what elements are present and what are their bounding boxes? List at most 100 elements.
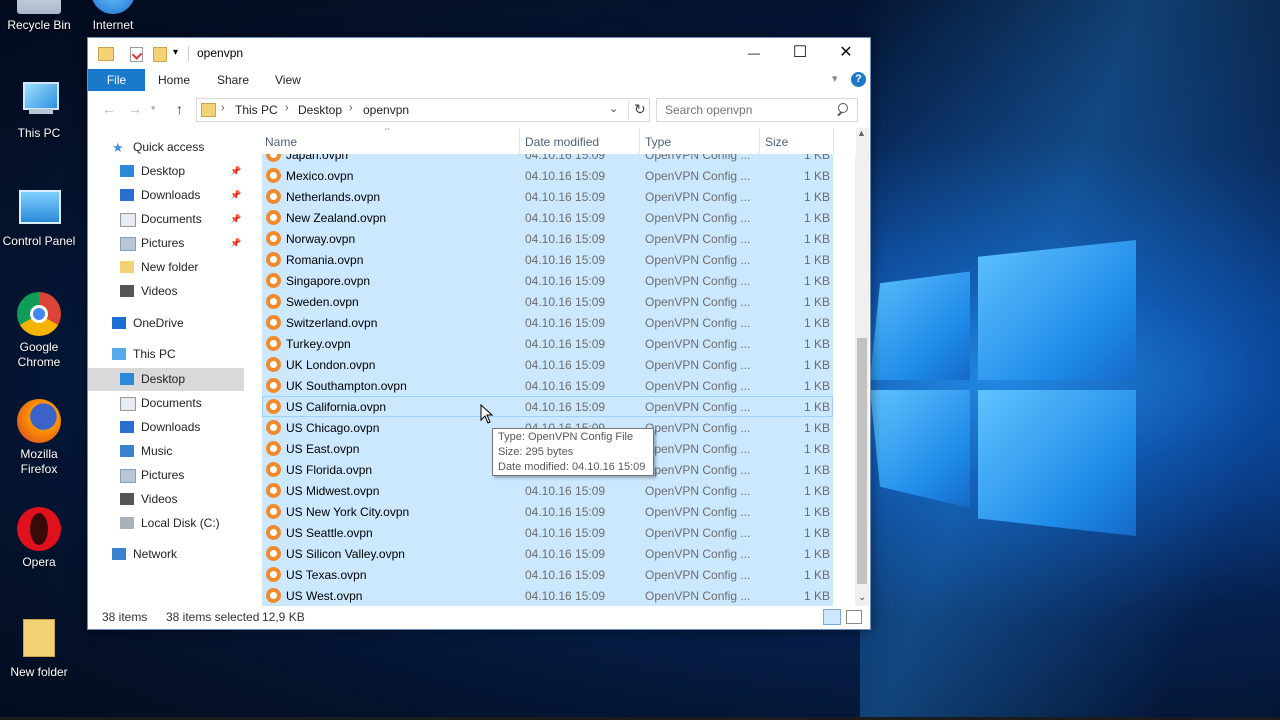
scroll-down-icon[interactable]: ⌄ xyxy=(858,592,866,603)
table-row[interactable]: Singapore.ovpn 04.10.16 15:09 OpenVPN Conf… xyxy=(262,270,833,291)
new-folder-icon[interactable] xyxy=(153,47,167,62)
sidebar-item-documents[interactable]: Documents xyxy=(88,392,244,415)
title-bar[interactable]: ▾ openvpn — ☐ ✕ xyxy=(88,38,870,69)
close-button[interactable]: ✕ xyxy=(823,38,869,68)
cell-date: 04.10.16 15:09 xyxy=(525,274,606,288)
sidebar-item-downloads[interactable]: Downloads xyxy=(88,416,244,439)
cell-date: 04.10.16 15:09 xyxy=(525,505,606,519)
table-row[interactable]: US California.ovpn 04.10.16 15:09 OpenVPN … xyxy=(262,396,833,417)
tab-share[interactable]: Share xyxy=(217,69,249,91)
search-input[interactable] xyxy=(663,101,837,119)
properties-icon[interactable] xyxy=(130,47,143,62)
back-arrow-icon[interactable]: ← xyxy=(102,101,116,117)
cell-type: OpenVPN Config ... xyxy=(645,169,751,183)
table-row[interactable]: UK Southampton.ovpn 04.10.16 15:09 OpenVPN… xyxy=(262,375,833,396)
breadcrumb-openvpn[interactable]: openvpn xyxy=(363,103,409,117)
sidebar-item-new-folder[interactable]: New folder xyxy=(88,256,244,279)
table-row[interactable]: US Seattle.ovpn 04.10.16 15:09 OpenVPN Con… xyxy=(262,522,833,543)
recent-locations-icon[interactable]: ▾ xyxy=(151,103,156,114)
tab-home[interactable]: Home xyxy=(158,69,190,91)
desktop-icon-control-panel[interactable]: Control Panel xyxy=(1,186,77,249)
table-row[interactable]: Turkey.ovpn 04.10.16 15:09 OpenVPN Config … xyxy=(262,333,833,354)
column-separator[interactable] xyxy=(519,128,520,154)
tab-view[interactable]: View xyxy=(275,69,301,91)
pin-icon[interactable]: 📌 xyxy=(230,208,241,231)
up-arrow-icon[interactable]: ↑ xyxy=(176,101,183,117)
column-separator[interactable] xyxy=(833,128,834,154)
breadcrumb-chevron-icon[interactable]: › xyxy=(221,102,225,114)
sidebar-item-videos[interactable]: Videos xyxy=(88,280,244,303)
sidebar-item-quick-access[interactable]: ★ Quick access xyxy=(88,136,244,159)
column-type[interactable]: Type xyxy=(645,135,671,149)
minimize-button[interactable]: — xyxy=(731,38,777,68)
sidebar-item-music[interactable]: Music xyxy=(88,440,244,463)
tab-file[interactable]: File xyxy=(88,69,145,91)
sidebar-item-onedrive[interactable]: OneDrive xyxy=(88,312,244,335)
details-view-icon[interactable] xyxy=(823,609,841,625)
sidebar-item-this-pc[interactable]: This PC xyxy=(88,343,244,366)
breadcrumb-chevron-icon[interactable]: › xyxy=(349,102,353,114)
cell-size: 1 KB xyxy=(803,505,830,519)
table-row[interactable]: US New York City.ovpn 04.10.16 15:09 OpenV… xyxy=(262,501,833,522)
table-row[interactable]: Netherlands.ovpn 04.10.16 15:09 OpenVPN Co… xyxy=(262,186,833,207)
table-row[interactable]: UK London.ovpn 04.10.16 15:09 OpenVPN Conf… xyxy=(262,354,833,375)
cell-type: OpenVPN Config ... xyxy=(645,526,751,540)
table-row[interactable]: US Midwest.ovpn 04.10.16 15:09 OpenVPN Con… xyxy=(262,480,833,501)
maximize-button[interactable]: ☐ xyxy=(777,38,823,68)
desktop-icon-label: Internet xyxy=(92,18,134,32)
breadcrumb-this-pc[interactable]: This PC xyxy=(235,103,278,117)
sidebar-item-desktop[interactable]: Desktop xyxy=(88,368,244,391)
cell-type: OpenVPN Config ... xyxy=(645,547,751,561)
desktop-icon-this-pc[interactable]: This PC xyxy=(1,78,77,141)
pin-icon[interactable]: 📌 xyxy=(230,184,241,207)
sidebar-item-documents[interactable]: Documents 📌 xyxy=(88,208,244,231)
column-size[interactable]: Size xyxy=(765,135,788,149)
large-icons-view-icon[interactable] xyxy=(846,610,862,624)
sidebar-item-local-disk-c[interactable]: Local Disk (C:) xyxy=(88,512,244,535)
desktop-icon-opera[interactable]: Opera xyxy=(1,507,77,570)
sidebar-item-downloads[interactable]: Downloads 📌 xyxy=(88,184,244,207)
pin-icon[interactable]: 📌 xyxy=(230,232,241,255)
forward-arrow-icon[interactable]: → xyxy=(128,101,142,117)
table-row[interactable]: Mexico.ovpn 04.10.16 15:09 OpenVPN Config … xyxy=(262,165,833,186)
scroll-up-icon[interactable]: ▲ xyxy=(857,128,866,138)
vertical-scrollbar[interactable]: ▲ ⌄ xyxy=(855,128,869,606)
table-row[interactable]: Romania.ovpn 04.10.16 15:09 OpenVPN Config… xyxy=(262,249,833,270)
sidebar-item-desktop[interactable]: Desktop 📌 xyxy=(88,160,244,183)
column-name[interactable]: Name xyxy=(265,135,297,149)
column-date-modified[interactable]: Date modified xyxy=(525,135,599,149)
desktop-icon-new-folder[interactable]: New folder xyxy=(1,617,77,680)
folder-icon xyxy=(201,103,216,117)
expand-ribbon-icon[interactable]: ▾ xyxy=(832,72,838,85)
customize-toolbar-icon[interactable]: ▾ xyxy=(173,47,178,58)
sidebar-item-videos[interactable]: Videos xyxy=(88,488,244,511)
help-icon[interactable]: ? xyxy=(851,72,866,87)
table-row[interactable]: Sweden.ovpn 04.10.16 15:09 OpenVPN Config … xyxy=(262,291,833,312)
sidebar-item-label: Pictures xyxy=(141,236,185,250)
sidebar-item-pictures[interactable]: Pictures xyxy=(88,464,244,487)
scrollbar-thumb[interactable] xyxy=(857,338,867,584)
table-row[interactable]: US West.ovpn 04.10.16 15:09 OpenVPN Config… xyxy=(262,585,833,606)
desktop-icon-chrome[interactable]: Google Chrome xyxy=(1,292,77,370)
address-bar[interactable]: › This PC › Desktop › openvpn ⌄ ↻ xyxy=(196,98,650,122)
desktop-icon-recycle-bin[interactable]: Recycle Bin xyxy=(1,0,77,33)
table-row[interactable]: Norway.ovpn 04.10.16 15:09 OpenVPN Config … xyxy=(262,228,833,249)
sidebar-item-network[interactable]: Network xyxy=(88,543,244,566)
breadcrumb-desktop[interactable]: Desktop xyxy=(298,103,342,117)
breadcrumb-chevron-icon[interactable]: › xyxy=(285,102,289,114)
openvpn-file-icon xyxy=(266,546,281,561)
table-row[interactable]: US Texas.ovpn 04.10.16 15:09 OpenVPN Confi… xyxy=(262,564,833,585)
column-separator[interactable] xyxy=(759,128,760,154)
desktop-icon-firefox[interactable]: Mozilla Firefox xyxy=(1,399,77,477)
pin-icon[interactable]: 📌 xyxy=(230,160,241,183)
cell-name: US Chicago.ovpn xyxy=(286,421,380,435)
refresh-icon[interactable]: ↻ xyxy=(628,101,646,119)
table-row[interactable]: US Silicon Valley.ovpn 04.10.16 15:09 Open… xyxy=(262,543,833,564)
table-row[interactable]: Switzerland.ovpn 04.10.16 15:09 OpenVPN Co… xyxy=(262,312,833,333)
table-row[interactable]: New Zealand.ovpn 04.10.16 15:09 OpenVPN Co… xyxy=(262,207,833,228)
desktop-icon-internet[interactable]: Internet xyxy=(75,0,151,33)
search-box[interactable] xyxy=(656,98,858,122)
sidebar-item-pictures[interactable]: Pictures 📌 xyxy=(88,232,244,255)
address-dropdown-icon[interactable]: ⌄ xyxy=(609,102,618,115)
column-separator[interactable] xyxy=(639,128,640,154)
